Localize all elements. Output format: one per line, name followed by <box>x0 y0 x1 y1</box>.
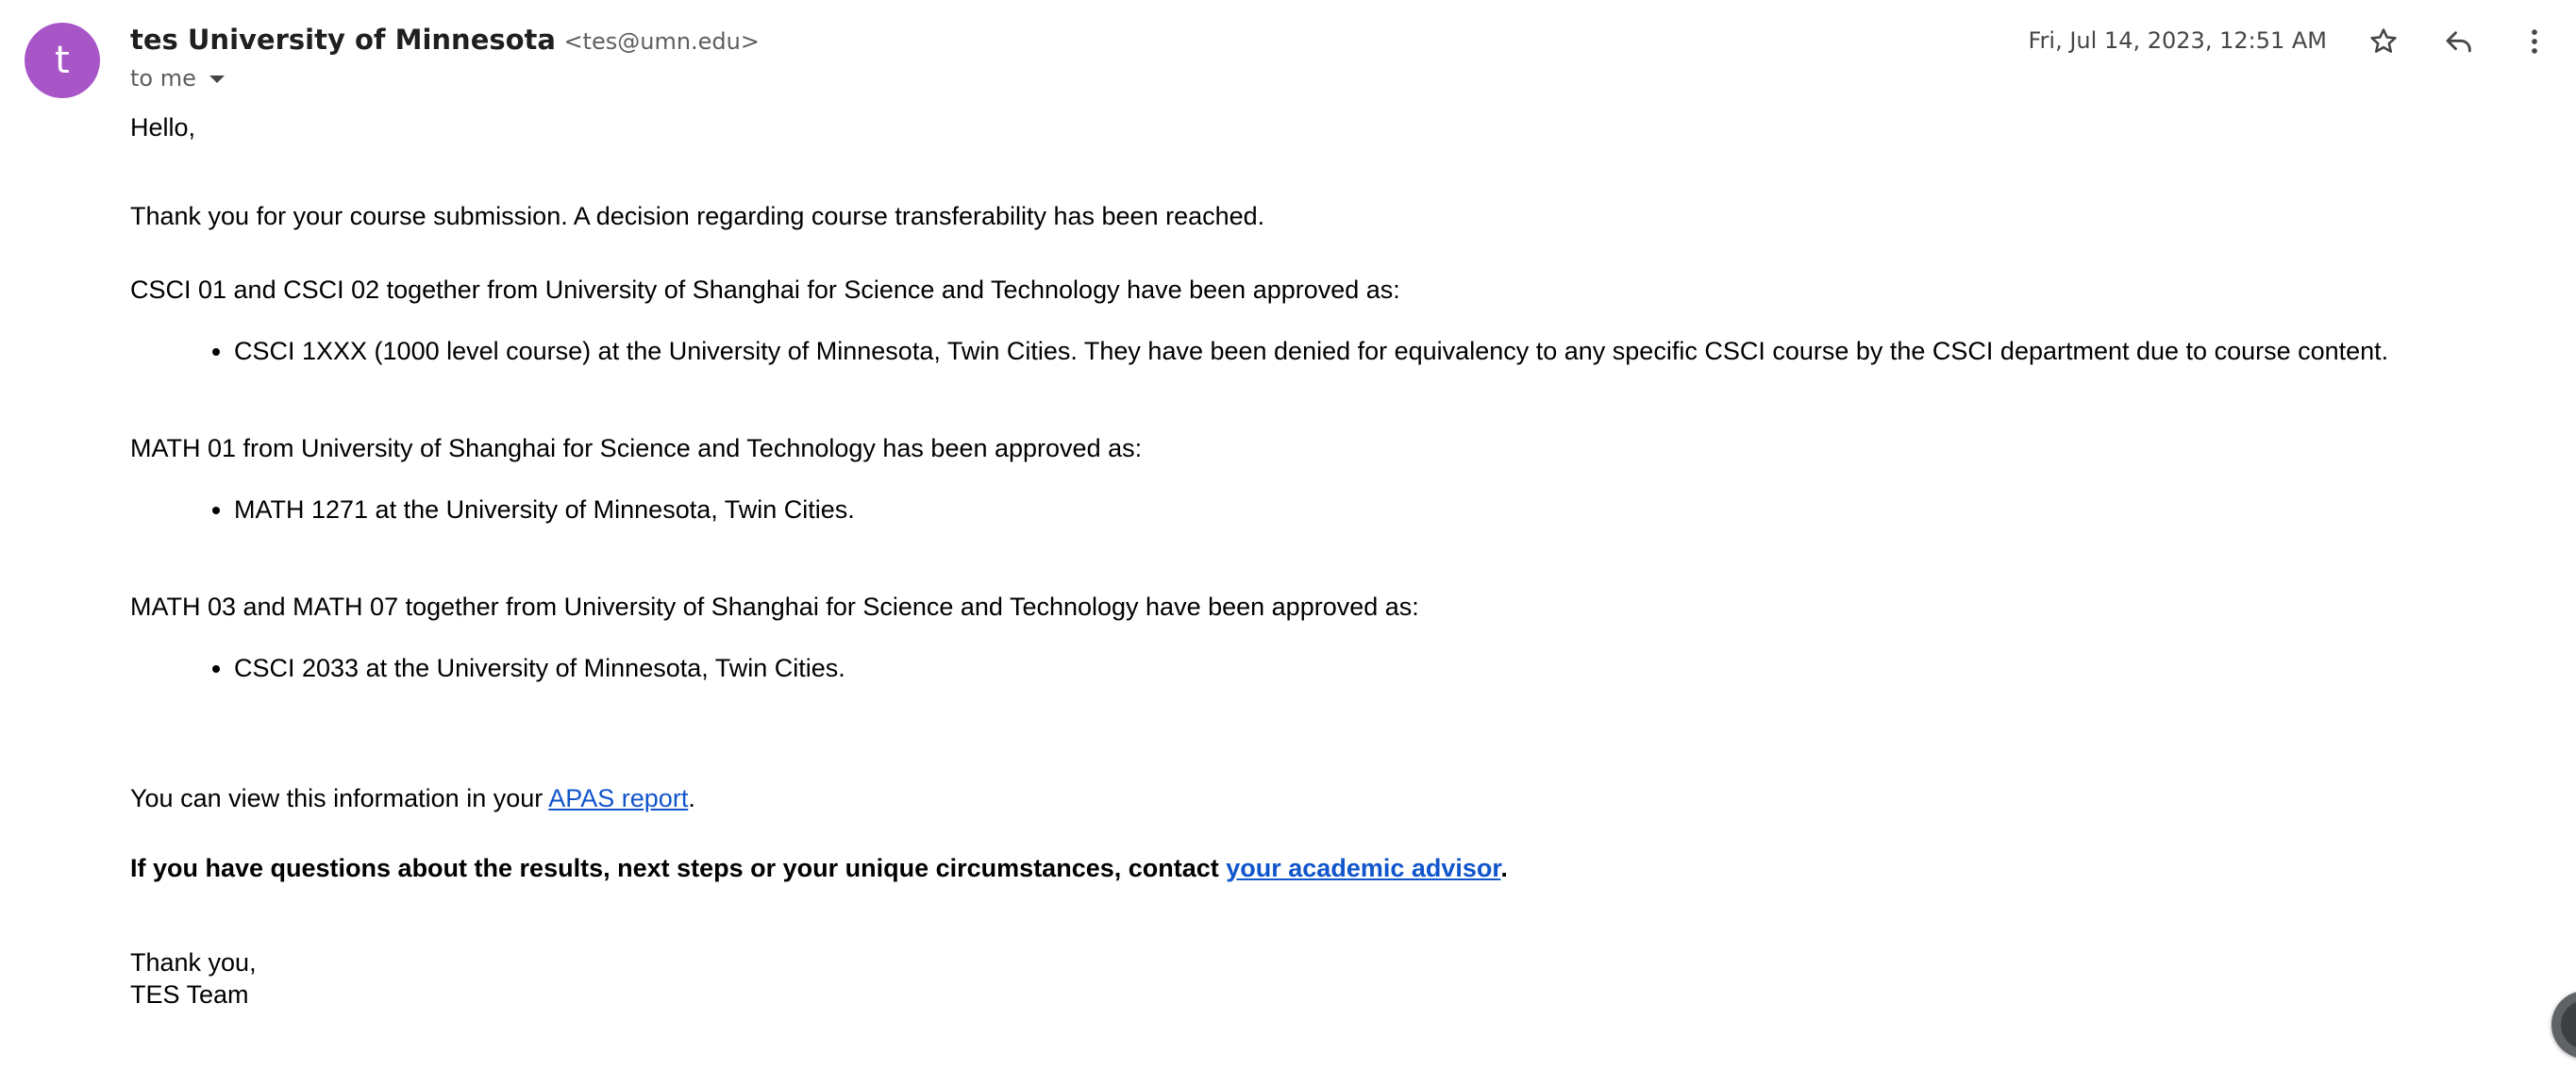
message-body: Hello, Thank you for your course submiss… <box>130 111 2388 1011</box>
academic-advisor-link[interactable]: your academic advisor <box>1226 854 1500 882</box>
approval-item: MATH 1271 at the University of Minnesota… <box>234 493 2388 526</box>
reply-icon <box>2446 31 2471 53</box>
sender-avatar[interactable]: t <box>25 23 100 98</box>
questions-suffix: . <box>1500 854 1508 882</box>
questions-paragraph: If you have questions about the results,… <box>130 852 2388 884</box>
greeting: Hello, <box>130 113 196 142</box>
signature: TES Team <box>130 980 249 1009</box>
approval-heading: CSCI 01 and CSCI 02 together from Univer… <box>130 276 1400 304</box>
message-date: Fri, Jul 14, 2023, 12:51 AM <box>2028 27 2328 54</box>
approval-heading: MATH 01 from University of Shanghai for … <box>130 434 1143 462</box>
intro-paragraph: Thank you for your course submission. A … <box>130 202 1265 230</box>
more-vert-icon <box>2532 29 2537 54</box>
sender-line: tes University of Minnesota <tes@umn.edu… <box>130 21 760 64</box>
approval-item: CSCI 1XXX (1000 level course) at the Uni… <box>234 335 2388 367</box>
apas-paragraph: You can view this information in your AP… <box>130 782 2388 814</box>
approval-list: MATH 1271 at the University of Minnesota… <box>130 493 2388 526</box>
recipient-details-toggle[interactable]: to me <box>130 62 225 94</box>
apas-suffix: . <box>688 784 695 812</box>
questions-text: If you have questions about the results,… <box>130 854 1227 882</box>
more-options-button[interactable] <box>2512 19 2557 64</box>
approval-list: CSCI 2033 at the University of Minnesota… <box>130 652 2388 684</box>
apas-report-link[interactable]: APAS report <box>548 784 688 812</box>
sender-email: <tes@umn.edu> <box>563 28 760 55</box>
approval-item: CSCI 2033 at the University of Minnesota… <box>234 652 2388 684</box>
closing-line: Thank you, <box>130 948 257 977</box>
reply-button[interactable] <box>2436 19 2482 64</box>
floating-button-inner <box>2561 1000 2576 1049</box>
sender-name[interactable]: tes University of Minnesota <box>130 24 556 56</box>
approval-list: CSCI 1XXX (1000 level course) at the Uni… <box>130 335 2388 367</box>
chevron-down-icon[interactable] <box>209 75 225 83</box>
star-icon <box>2370 28 2397 53</box>
approval-heading: MATH 03 and MATH 07 together from Univer… <box>130 593 1419 621</box>
floating-action-button[interactable] <box>2551 991 2576 1059</box>
apas-text: You can view this information in your <box>130 784 549 812</box>
star-button[interactable] <box>2361 19 2406 64</box>
recipient-label: to me <box>130 65 196 92</box>
